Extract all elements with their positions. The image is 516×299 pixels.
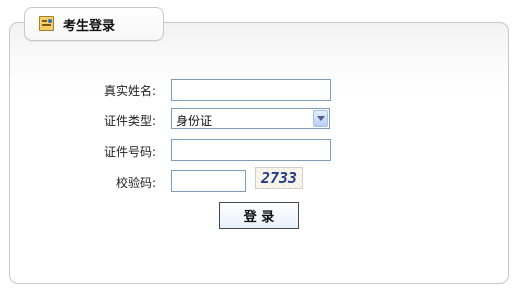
login-button[interactable]: 登 录 — [219, 202, 299, 229]
captcha-input[interactable] — [171, 170, 246, 192]
id-type-label: 证件类型: — [103, 114, 156, 128]
name-input[interactable] — [171, 79, 331, 101]
id-type-select[interactable]: 身份证 — [171, 108, 330, 129]
captcha-image[interactable]: 2733 — [255, 167, 303, 189]
id-type-selected-value: 身份证 — [176, 114, 213, 128]
panel-title: 考生登录 — [63, 19, 116, 34]
name-label: 真实姓名: — [103, 84, 156, 98]
panel-header-tab: 考生登录 — [24, 7, 164, 41]
id-number-input[interactable] — [171, 139, 331, 161]
captcha-label: 校验码: — [115, 176, 156, 190]
id-card-icon — [39, 16, 54, 31]
id-number-label: 证件号码: — [103, 145, 156, 159]
login-page: 考生登录 真实姓名: 证件类型: 身份证 证件号码: 校验码: 2733 登 录 — [0, 0, 516, 299]
chevron-down-icon[interactable] — [313, 110, 328, 127]
